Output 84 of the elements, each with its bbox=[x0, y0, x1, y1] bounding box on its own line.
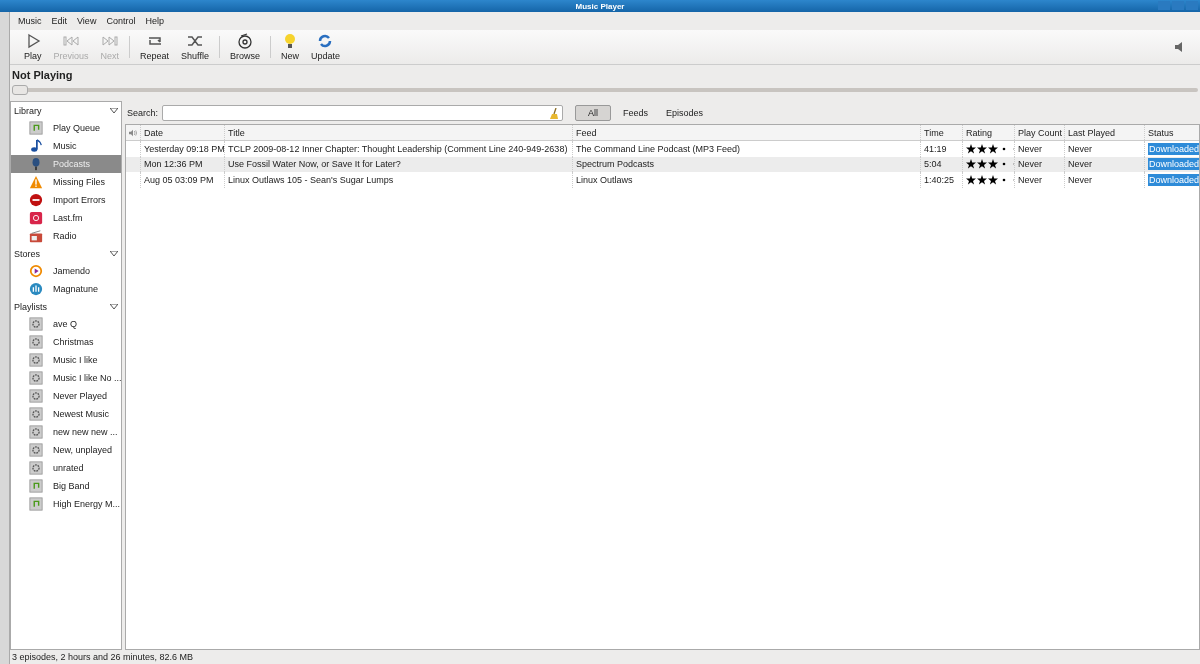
speaker-icon bbox=[129, 127, 137, 138]
last-played-cell: Never bbox=[1064, 172, 1144, 188]
play-count-cell: Never bbox=[1014, 172, 1064, 188]
sidebar-item[interactable]: Music I like No ... bbox=[11, 369, 121, 387]
sidebar-item[interactable]: Magnatune bbox=[11, 280, 121, 298]
play-count-cell: Never bbox=[1014, 141, 1064, 157]
sidebar-item[interactable]: Play Queue bbox=[11, 119, 121, 137]
title-cell: Use Fossil Water Now, or Save It for Later? bbox=[224, 156, 572, 172]
time-cell: 1:40:25 bbox=[920, 172, 962, 188]
menu-item[interactable]: Help bbox=[141, 16, 168, 26]
next-icon bbox=[101, 33, 118, 49]
status-badge: Downloaded bbox=[1148, 142, 1199, 155]
sidebar-item[interactable]: Music I like bbox=[11, 351, 121, 369]
collapse-icon[interactable] bbox=[110, 304, 118, 309]
warning-icon bbox=[29, 175, 43, 189]
column-header[interactable]: Rating bbox=[962, 125, 1014, 140]
sidebar-item[interactable]: Music bbox=[11, 137, 121, 155]
sidebar-item[interactable]: High Energy M... bbox=[11, 495, 121, 513]
date-cell: Mon 12:36 PM bbox=[140, 156, 224, 172]
feed-cell: The Command Line Podcast (MP3 Feed) bbox=[572, 141, 920, 157]
menu-item[interactable]: Control bbox=[102, 16, 140, 26]
sidebar-item[interactable]: Never Played bbox=[11, 387, 121, 405]
update-button[interactable]: Update bbox=[304, 31, 346, 63]
play-button[interactable]: Play bbox=[18, 31, 48, 63]
broom-icon[interactable] bbox=[550, 107, 560, 119]
sidebar-item[interactable]: new new new ... bbox=[11, 423, 121, 441]
sidebar-item[interactable]: Christmas bbox=[11, 333, 121, 351]
status-badge: Downloaded bbox=[1148, 173, 1199, 186]
repeat-button[interactable]: Repeat bbox=[134, 31, 176, 63]
slider-thumb[interactable] bbox=[12, 85, 28, 95]
time-cell: 5:04 bbox=[920, 156, 962, 172]
status-badge: Downloaded bbox=[1148, 158, 1199, 171]
sidebar-item[interactable]: New, unplayed bbox=[11, 441, 121, 459]
menu-item[interactable]: Music bbox=[14, 16, 46, 26]
section-header: Library bbox=[14, 105, 42, 116]
search-label: Search: bbox=[127, 108, 159, 118]
sidebar-item[interactable]: Radio bbox=[11, 227, 121, 245]
last-played-cell: Never bbox=[1064, 141, 1144, 157]
date-cell: Yesterday 09:18 PM bbox=[140, 141, 224, 157]
feed-cell: Spectrum Podcasts bbox=[572, 156, 920, 172]
title-cell: TCLP 2009-08-12 Inner Chapter: Thought Leadership (Comment Line 240-949-2638) bbox=[224, 141, 572, 157]
browse-button[interactable]: Browse bbox=[223, 31, 266, 63]
collapse-icon[interactable] bbox=[110, 251, 118, 256]
feed-cell: Linux Outlaws bbox=[572, 172, 920, 188]
section-header: Playlists bbox=[14, 301, 47, 312]
filter-button[interactable]: Feeds bbox=[617, 106, 655, 120]
sidebar-item[interactable]: unrated bbox=[11, 459, 121, 477]
column-header[interactable]: Time bbox=[920, 125, 962, 140]
column-header[interactable]: Play Count bbox=[1014, 125, 1064, 140]
error-icon bbox=[29, 193, 43, 207]
filter-button[interactable]: All bbox=[575, 105, 612, 121]
menu-item[interactable]: View bbox=[73, 16, 101, 26]
title-cell: Linux Outlaws 105 - Sean's Sugar Lumps bbox=[224, 172, 572, 188]
column-header[interactable]: Title bbox=[224, 125, 572, 140]
column-header[interactable]: Date bbox=[140, 125, 224, 140]
filter-button[interactable]: Episodes bbox=[660, 106, 710, 120]
column-header[interactable]: Feed bbox=[572, 125, 920, 140]
radio-icon bbox=[29, 229, 43, 243]
date-cell: Aug 05 03:09 PM bbox=[140, 172, 224, 188]
new-button[interactable]: New bbox=[274, 31, 305, 63]
play-count-cell: Never bbox=[1014, 156, 1064, 172]
shuffle-icon bbox=[187, 33, 203, 49]
search-field[interactable] bbox=[162, 105, 564, 121]
collapse-icon[interactable] bbox=[110, 108, 118, 113]
menu-item[interactable]: Edit bbox=[47, 16, 72, 26]
section-header: Stores bbox=[14, 248, 40, 259]
window-title: Music Player bbox=[575, 1, 625, 11]
column-header[interactable]: Status bbox=[1144, 125, 1199, 140]
sidebar-item[interactable]: Last.fm bbox=[11, 209, 121, 227]
last-played-cell: Never bbox=[1064, 156, 1144, 172]
column-header[interactable]: Last Played bbox=[1064, 125, 1144, 140]
music-icon bbox=[29, 139, 43, 153]
sidebar-item[interactable]: Missing Files bbox=[11, 173, 121, 191]
sidebar-item[interactable]: Newest Music bbox=[11, 405, 121, 423]
sidebar-item[interactable]: ave Q bbox=[11, 315, 121, 333]
sidebar-item[interactable]: Big Band bbox=[11, 477, 121, 495]
time-cell: 41:19 bbox=[920, 141, 962, 157]
shuffle-button[interactable]: Shuffle bbox=[175, 31, 215, 63]
sidebar-item[interactable]: Jamendo bbox=[11, 262, 121, 280]
update-icon bbox=[317, 33, 334, 49]
now-playing-label: Not Playing bbox=[11, 68, 74, 83]
sidebar-item[interactable]: Import Errors bbox=[11, 191, 121, 209]
status-text: 3 episodes, 2 hours and 26 minutes, 82.6 MB bbox=[12, 652, 194, 662]
previous-icon bbox=[63, 33, 79, 49]
